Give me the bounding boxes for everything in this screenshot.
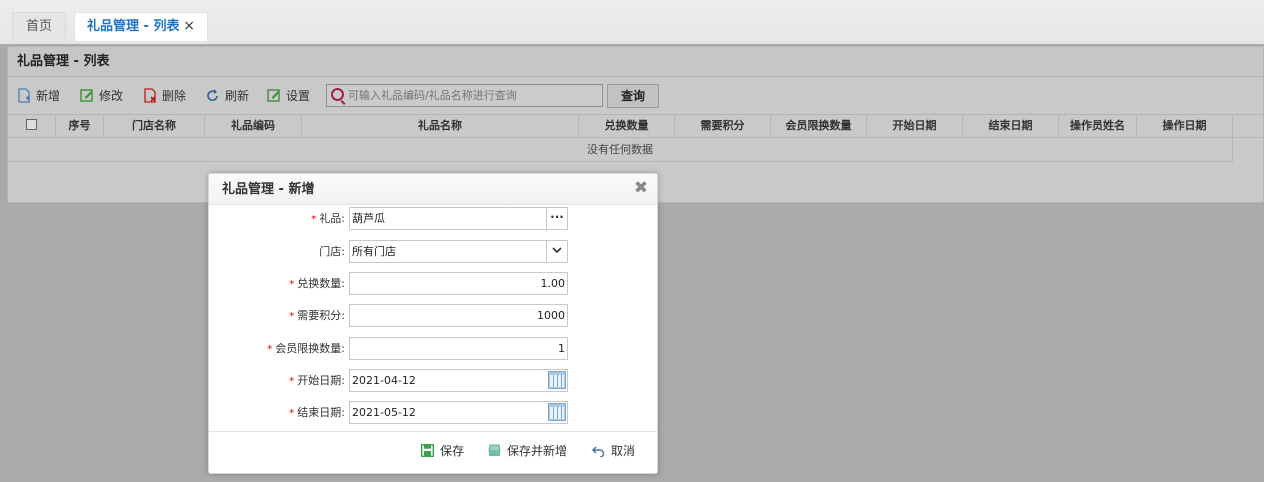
edit-button[interactable]: 修改 bbox=[80, 86, 123, 106]
gift-picker-button[interactable]: ··· bbox=[546, 208, 567, 229]
qty-row: * 兑换数量: 1.00 bbox=[209, 272, 659, 296]
col-gift-code[interactable]: 礼品编码 bbox=[205, 115, 302, 138]
limit-label: * 会员限换数量: bbox=[267, 342, 345, 355]
panel-title: 礼品管理 - 列表 bbox=[8, 47, 1263, 77]
close-icon[interactable]: ✖ bbox=[633, 180, 649, 197]
end-date-field[interactable]: 2021-05-12 bbox=[349, 401, 568, 424]
close-tab-icon[interactable]: × bbox=[183, 13, 195, 40]
gift-field[interactable]: 葫芦瓜 ··· bbox=[349, 207, 568, 230]
points-row: * 需要积分: 1000 bbox=[209, 304, 659, 328]
calendar-icon[interactable] bbox=[548, 403, 566, 421]
dialog-title: 礼品管理 - 新增 bbox=[209, 174, 657, 205]
cancel-label: 取消 bbox=[611, 444, 636, 458]
chevron-down-icon[interactable] bbox=[546, 241, 567, 262]
limit-row: * 会员限换数量: 1 bbox=[209, 337, 659, 361]
save-label: 保存 bbox=[440, 444, 465, 458]
delete-button[interactable]: 删除 bbox=[143, 86, 186, 106]
select-all-checkbox[interactable] bbox=[26, 119, 37, 130]
add-icon bbox=[18, 88, 30, 103]
gift-label: * 礼品: bbox=[311, 212, 345, 225]
col-gift-name[interactable]: 礼品名称 bbox=[302, 115, 579, 138]
refresh-label: 刷新 bbox=[225, 89, 250, 103]
tab-gift-list[interactable]: 礼品管理 - 列表 × bbox=[74, 12, 208, 41]
save-icon bbox=[421, 444, 434, 457]
settings-icon bbox=[267, 89, 280, 102]
save-button[interactable]: 保存 bbox=[421, 442, 464, 460]
undo-icon bbox=[592, 446, 605, 457]
empty-grid-message: 没有任何数据 bbox=[8, 138, 1232, 162]
store-value: 所有门店 bbox=[352, 245, 396, 258]
start-date-row: * 开始日期: 2021-04-12 bbox=[209, 369, 659, 393]
points-field[interactable]: 1000 bbox=[349, 304, 568, 327]
end-date-row: * 结束日期: 2021-05-12 bbox=[209, 401, 659, 425]
toolbar: 新增 修改 删除 刷新 设置 查询 bbox=[8, 77, 1263, 115]
grid-scroll-gutter bbox=[1232, 115, 1263, 162]
col-index[interactable]: 序号 bbox=[56, 115, 104, 138]
col-op-date[interactable]: 操作日期 bbox=[1137, 115, 1233, 138]
select-all-cell bbox=[8, 115, 56, 138]
qty-field[interactable]: 1.00 bbox=[349, 272, 568, 295]
start-date-label: * 开始日期: bbox=[289, 374, 345, 387]
qty-value: 1.00 bbox=[540, 277, 566, 290]
store-row: 门店: 所有门店 bbox=[209, 240, 659, 264]
save-new-icon bbox=[488, 444, 501, 456]
dialog-footer: 保存 保存并新增 取消 bbox=[209, 431, 657, 473]
add-gift-dialog: 礼品管理 - 新增 ✖ * 礼品: 葫芦瓜 ··· 门店: 所有门店 * 兑换数量:… bbox=[208, 173, 658, 474]
col-points[interactable]: 需要积分 bbox=[675, 115, 771, 138]
limit-field[interactable]: 1 bbox=[349, 337, 568, 360]
save-and-new-button[interactable]: 保存并新增 bbox=[488, 442, 567, 460]
gift-row: * 礼品: 葫芦瓜 ··· bbox=[209, 207, 659, 231]
search-icon bbox=[331, 88, 344, 101]
col-end-date[interactable]: 结束日期 bbox=[963, 115, 1059, 138]
grid-header: 序号 门店名称 礼品编码 礼品名称 兑换数量 需要积分 会员限换数量 开始日期 … bbox=[8, 115, 1263, 138]
col-exchange-qty[interactable]: 兑换数量 bbox=[579, 115, 675, 138]
tab-home-label: 首页 bbox=[25, 19, 52, 34]
save-and-new-label: 保存并新增 bbox=[507, 444, 568, 458]
col-start-date[interactable]: 开始日期 bbox=[867, 115, 963, 138]
tab-home[interactable]: 首页 bbox=[12, 12, 66, 41]
required-mark: * bbox=[311, 214, 317, 225]
points-value: 1000 bbox=[537, 309, 565, 322]
store-select[interactable]: 所有门店 bbox=[349, 240, 568, 263]
end-date-label: * 结束日期: bbox=[289, 406, 345, 419]
search-box bbox=[326, 84, 603, 107]
col-store[interactable]: 门店名称 bbox=[104, 115, 205, 138]
start-date-field[interactable]: 2021-04-12 bbox=[349, 369, 568, 392]
calendar-icon[interactable] bbox=[548, 371, 566, 389]
edit-label: 修改 bbox=[99, 89, 124, 103]
tab-bar: 首页 礼品管理 - 列表 × bbox=[0, 0, 1264, 44]
gift-value: 葫芦瓜 bbox=[352, 212, 385, 225]
delete-icon bbox=[144, 88, 156, 103]
store-label: 门店: bbox=[319, 245, 345, 258]
col-operator[interactable]: 操作员姓名 bbox=[1059, 115, 1137, 138]
limit-value: 1 bbox=[558, 342, 565, 355]
points-label: * 需要积分: bbox=[289, 309, 345, 322]
qty-label: * 兑换数量: bbox=[289, 277, 345, 290]
query-button[interactable]: 查询 bbox=[607, 84, 659, 108]
refresh-button[interactable]: 刷新 bbox=[206, 86, 249, 106]
settings-button[interactable]: 设置 bbox=[267, 86, 310, 106]
tab-gift-list-label: 礼品管理 - 列表 bbox=[87, 19, 180, 34]
edit-icon bbox=[80, 89, 93, 102]
start-date-value: 2021-04-12 bbox=[352, 374, 416, 387]
delete-label: 删除 bbox=[162, 89, 187, 103]
cancel-button[interactable]: 取消 bbox=[592, 442, 635, 460]
settings-label: 设置 bbox=[286, 89, 311, 103]
end-date-value: 2021-05-12 bbox=[352, 406, 416, 419]
refresh-icon bbox=[207, 89, 218, 102]
add-button[interactable]: 新增 bbox=[17, 86, 60, 106]
add-label: 新增 bbox=[36, 89, 61, 103]
search-input[interactable] bbox=[348, 85, 598, 106]
col-member-limit[interactable]: 会员限换数量 bbox=[771, 115, 867, 138]
